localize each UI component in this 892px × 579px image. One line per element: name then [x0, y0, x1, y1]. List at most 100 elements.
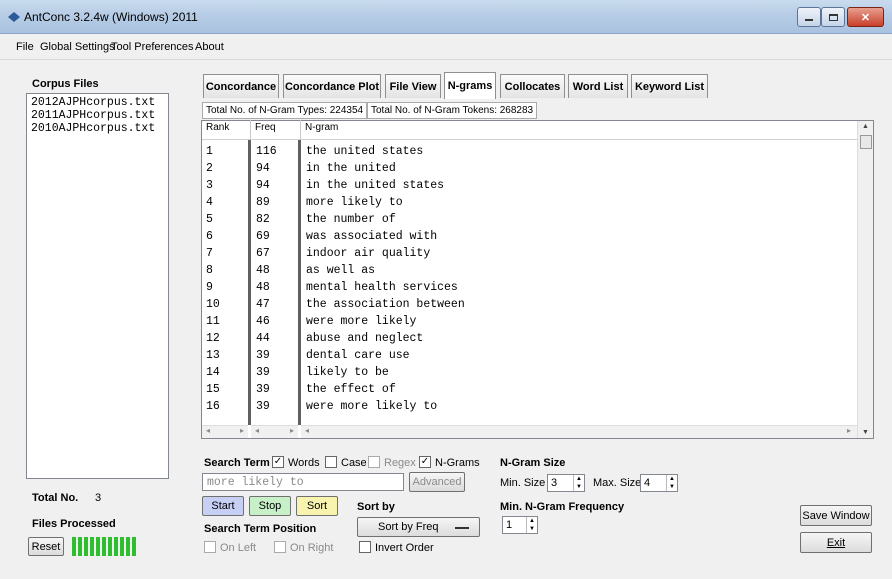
minimize-button[interactable]	[797, 7, 821, 27]
list-item[interactable]: 2010AJPHcorpus.txt	[31, 122, 155, 135]
rank-cell[interactable]: 9	[206, 281, 213, 294]
exit-button[interactable]: Exit	[800, 532, 872, 553]
freq-cell[interactable]: 69	[256, 230, 270, 243]
stop-button[interactable]: Stop	[249, 496, 291, 516]
reset-button[interactable]: Reset	[28, 537, 64, 556]
column-header-ngram[interactable]: N-gram	[305, 122, 338, 140]
ngram-cell[interactable]: mental health services	[306, 281, 458, 294]
rank-cell[interactable]: 1	[206, 145, 213, 158]
list-item[interactable]: 2011AJPHcorpus.txt	[31, 109, 155, 122]
menu-about[interactable]: About	[195, 41, 224, 53]
pane-divider[interactable]	[248, 140, 251, 425]
min-size-spinner[interactable]: 3 ▲ ▼	[547, 474, 585, 492]
ngram-cell[interactable]: more likely to	[306, 196, 403, 209]
freq-cell[interactable]: 94	[256, 162, 270, 175]
rank-cell[interactable]: 3	[206, 179, 213, 192]
freq-cell[interactable]: 47	[256, 298, 270, 311]
rank-cell[interactable]: 4	[206, 196, 213, 209]
freq-cell[interactable]: 48	[256, 264, 270, 277]
menu-global-settings[interactable]: Global Settings	[40, 41, 115, 53]
menu-file[interactable]: File	[16, 41, 34, 53]
table-vscroll[interactable]: ▲ ▼	[857, 121, 873, 438]
ngram-cell[interactable]: in the united states	[306, 179, 444, 192]
rank-cell[interactable]: 13	[206, 349, 220, 362]
scroll-down-icon[interactable]: ▼	[862, 429, 869, 436]
ngram-cell[interactable]: the association between	[306, 298, 465, 311]
ngram-cell[interactable]: the number of	[306, 213, 396, 226]
rank-cell[interactable]: 6	[206, 230, 213, 243]
rank-cell[interactable]: 7	[206, 247, 213, 260]
rank-cell[interactable]: 2	[206, 162, 213, 175]
sort-by-select[interactable]: Sort by Freq	[357, 517, 480, 537]
ngram-cell[interactable]: were more likely to	[306, 400, 437, 413]
start-button[interactable]: Start	[202, 496, 244, 516]
freq-cell[interactable]: 82	[256, 213, 270, 226]
save-window-button[interactable]: Save Window	[800, 505, 872, 526]
freq-cell[interactable]: 39	[256, 383, 270, 396]
rank-cell[interactable]: 12	[206, 332, 220, 345]
freq-cell[interactable]: 67	[256, 247, 270, 260]
spinner-arrows-icon[interactable]: ▲ ▼	[526, 517, 537, 533]
freq-cell[interactable]: 48	[256, 281, 270, 294]
tab-keyword-list[interactable]: Keyword List	[631, 74, 708, 98]
ngrams-checkbox[interactable]: ✓	[419, 456, 431, 468]
spinner-arrows-icon[interactable]: ▲ ▼	[573, 475, 584, 491]
ngram-cell[interactable]: indoor air quality	[306, 247, 430, 260]
regex-checkbox[interactable]	[368, 456, 380, 468]
invert-order-checkbox[interactable]	[359, 541, 371, 553]
rank-cell[interactable]: 10	[206, 298, 220, 311]
tab-collocates[interactable]: Collocates	[500, 74, 565, 98]
ngram-cell[interactable]: dental care use	[306, 349, 410, 362]
words-checkbox[interactable]: ✓	[272, 456, 284, 468]
rank-cell[interactable]: 11	[206, 315, 220, 328]
ngram-cell[interactable]: likely to be	[306, 366, 389, 379]
ngram-cell[interactable]: abuse and neglect	[306, 332, 423, 345]
tab-file-view[interactable]: File View	[385, 74, 441, 98]
rank-cell[interactable]: 14	[206, 366, 220, 379]
sort-button[interactable]: Sort	[296, 496, 338, 516]
min-frequency-spinner[interactable]: 1 ▲ ▼	[502, 516, 538, 534]
ngram-cell[interactable]: were more likely	[306, 315, 416, 328]
tab-concordance[interactable]: Concordance	[203, 74, 279, 98]
on-left-checkbox[interactable]	[204, 541, 216, 553]
rank-cell[interactable]: 8	[206, 264, 213, 277]
corpus-files-list[interactable]: 2012AJPHcorpus.txt 2011AJPHcorpus.txt 20…	[26, 93, 169, 479]
freq-cell[interactable]: 94	[256, 179, 270, 192]
ngram-results-table[interactable]	[201, 120, 874, 439]
search-input[interactable]: more likely to	[202, 473, 404, 491]
freq-cell[interactable]: 116	[256, 145, 277, 158]
freq-cell[interactable]: 46	[256, 315, 270, 328]
ngram-cell[interactable]: in the united	[306, 162, 396, 175]
case-checkbox[interactable]	[325, 456, 337, 468]
rank-cell[interactable]: 15	[206, 383, 220, 396]
ngram-cell[interactable]: as well as	[306, 264, 375, 277]
max-size-spinner[interactable]: 4 ▲ ▼	[640, 474, 678, 492]
advanced-button[interactable]: Advanced	[409, 472, 465, 492]
rank-cell[interactable]: 5	[206, 213, 213, 226]
column-header-rank[interactable]: Rank	[206, 122, 229, 140]
spinner-arrows-icon[interactable]: ▲ ▼	[666, 475, 677, 491]
list-item[interactable]: 2012AJPHcorpus.txt	[31, 96, 155, 109]
rank-cell[interactable]: 16	[206, 400, 220, 413]
freq-cell[interactable]: 39	[256, 400, 270, 413]
freq-cell[interactable]: 39	[256, 349, 270, 362]
column-header-freq[interactable]: Freq	[255, 122, 276, 140]
on-right-checkbox[interactable]	[274, 541, 286, 553]
menu-tool-preferences[interactable]: Tool Preferences	[111, 41, 194, 53]
ngram-hscroll[interactable]: ◂ ▸	[301, 425, 857, 438]
tab-concordance-plot[interactable]: Concordance Plot	[283, 74, 381, 98]
close-button[interactable]: ✕	[847, 7, 884, 27]
freq-cell[interactable]: 39	[256, 366, 270, 379]
freq-hscroll[interactable]: ◂ ▸	[251, 425, 298, 438]
ngram-cell[interactable]: the effect of	[306, 383, 396, 396]
tab-word-list[interactable]: Word List	[568, 74, 628, 98]
ngram-cell[interactable]: the united states	[306, 145, 423, 158]
scroll-thumb[interactable]	[860, 135, 872, 149]
scroll-up-icon[interactable]: ▲	[862, 123, 869, 130]
pane-divider[interactable]	[298, 140, 301, 425]
freq-cell[interactable]: 44	[256, 332, 270, 345]
tab-n-grams[interactable]: N-grams	[444, 72, 496, 99]
ngram-cell[interactable]: was associated with	[306, 230, 437, 243]
freq-cell[interactable]: 89	[256, 196, 270, 209]
rank-hscroll[interactable]: ◂ ▸	[202, 425, 248, 438]
